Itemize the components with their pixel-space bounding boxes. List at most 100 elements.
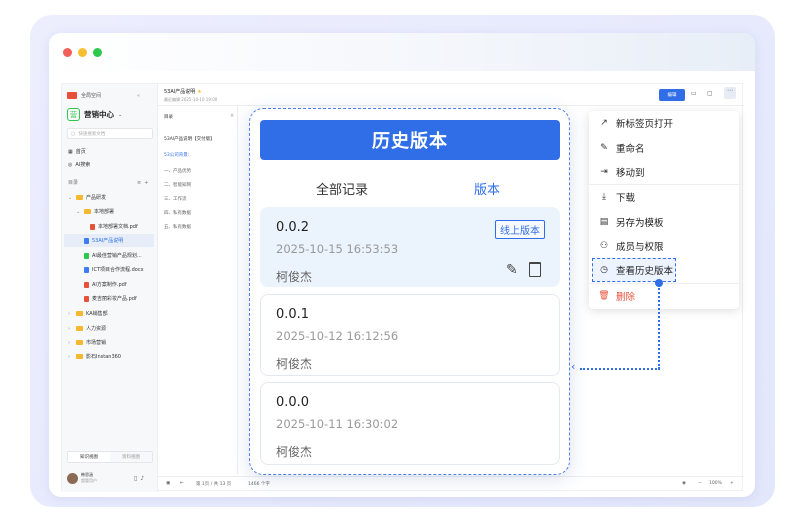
star-icon[interactable]: ★ bbox=[197, 89, 201, 95]
trash-icon[interactable] bbox=[529, 262, 541, 277]
version-date: 2025-10-15 16:53:53 bbox=[276, 242, 399, 256]
search-icon: ○ bbox=[71, 130, 76, 137]
menu-item-label: 下载 bbox=[616, 193, 636, 204]
version-card[interactable]: 0.0.0 2025-10-11 16:30:02 柯俊杰 bbox=[260, 382, 560, 465]
outline-item[interactable]: 二、智能知网 bbox=[164, 182, 191, 188]
outline-section[interactable]: 53公司背景: bbox=[164, 152, 189, 158]
add-icon[interactable]: + bbox=[144, 180, 148, 186]
folder-icon bbox=[84, 209, 91, 214]
tree-item[interactable]: 麦吉丽彩妆产品.pdf bbox=[84, 292, 137, 305]
version-number: 0.0.1 bbox=[276, 307, 310, 322]
tree-item-label: KA销售部 bbox=[86, 311, 108, 317]
version-author: 柯俊杰 bbox=[276, 445, 313, 459]
tree-item-label: ICT项目合作流程.docx bbox=[92, 267, 144, 273]
menu-item-label: 查看历史版本 bbox=[616, 266, 674, 277]
doc-icon bbox=[84, 266, 89, 273]
tree-item-label: 53AI产品说明 bbox=[92, 238, 124, 244]
tree-item[interactable]: › KA销售部 bbox=[68, 307, 108, 320]
outline-doc-title[interactable]: 53AI产品说明【交付版】 bbox=[164, 136, 215, 142]
tree-item-label: 影石Instan360 bbox=[86, 354, 121, 360]
sort-icon[interactable]: ≡ bbox=[137, 180, 141, 186]
folder-icon bbox=[76, 340, 83, 345]
move-folder-icon: ⇥ bbox=[600, 167, 608, 177]
tree-item-label: 人力资源 bbox=[86, 326, 107, 332]
nav-ai-search[interactable]: ◎ AI搜索 bbox=[68, 158, 90, 171]
outline-item[interactable]: 三、工作流 bbox=[164, 196, 187, 202]
nav-home[interactable]: ▦ 首页 bbox=[68, 145, 86, 158]
menu-item-move-to[interactable]: ⇥ 移动到 bbox=[589, 160, 739, 184]
space-name[interactable]: 营销中心 bbox=[84, 109, 114, 120]
tab-material-view[interactable]: 资料视图 bbox=[110, 452, 152, 462]
tree-item[interactable]: ⌄ 本地部署 bbox=[76, 205, 114, 218]
close-window-button[interactable] bbox=[63, 48, 72, 57]
tree-item[interactable]: › 人力资源 bbox=[68, 322, 106, 335]
outline-item[interactable]: 五、私有数据 bbox=[164, 224, 191, 230]
avatar bbox=[67, 472, 78, 484]
document-title: 53AI产品说明 bbox=[164, 89, 196, 95]
folder-icon bbox=[76, 354, 83, 359]
more-icon[interactable]: ⋯ bbox=[724, 87, 736, 99]
zoom-out-icon[interactable]: − bbox=[698, 481, 702, 486]
tree-item-selected[interactable]: 53AI产品说明 bbox=[64, 234, 154, 247]
minimize-window-button[interactable] bbox=[78, 48, 87, 57]
zoom-in-icon[interactable]: + bbox=[730, 481, 734, 486]
connector-line bbox=[658, 285, 660, 369]
menu-item-rename[interactable]: ✎ 重命名 bbox=[589, 136, 739, 160]
menu-item-view-history[interactable]: ◷ 查看历史版本 bbox=[589, 258, 739, 282]
close-outline-icon[interactable]: × bbox=[230, 113, 234, 119]
collapse-sidebar-icon[interactable]: « bbox=[137, 93, 140, 99]
tree-item[interactable]: › 市场营销 bbox=[68, 336, 106, 349]
edit-icon[interactable]: ✎ bbox=[506, 262, 518, 278]
expand-icon: › bbox=[68, 325, 70, 332]
menu-item-label: 新标签页打开 bbox=[616, 119, 674, 130]
version-author: 柯俊杰 bbox=[276, 357, 313, 371]
menu-item-save-template[interactable]: ▤ 另存为模板 bbox=[589, 210, 739, 234]
trash-icon: 🗑 bbox=[598, 291, 610, 301]
sidebar: 全局空间 « 营 营销中心 ⌄ ○ 快速搜索文档 ▦ 首页 ◎ AI搜索 目录 bbox=[62, 84, 158, 492]
locate-icon[interactable]: ◉ bbox=[682, 481, 686, 486]
tree-item-label: 产品研发 bbox=[86, 195, 107, 201]
tab-all-records[interactable]: 全部记录 bbox=[316, 179, 368, 198]
menu-item-download[interactable]: ⤓ 下载 bbox=[589, 185, 739, 209]
nav-home-label: 首页 bbox=[75, 149, 86, 155]
open-new-tab-icon: ↗ bbox=[600, 118, 608, 128]
tree-item[interactable]: AI最佳营销产品规划... bbox=[84, 249, 142, 262]
menu-item-open-new-tab[interactable]: ↗ 新标签页打开 bbox=[589, 111, 739, 135]
doc-icon bbox=[84, 252, 89, 259]
tree-item[interactable]: ⌄ 产品研发 bbox=[68, 191, 106, 204]
chevron-down-icon[interactable]: ⌄ bbox=[118, 112, 122, 118]
layout-icon[interactable]: ▭ bbox=[691, 90, 697, 97]
tree-item[interactable]: ICT项目合作流程.docx bbox=[84, 263, 144, 276]
user-role: 超管用户 bbox=[81, 478, 97, 483]
tree-item[interactable]: AI方案制作.pdf bbox=[84, 278, 127, 291]
maximize-window-button[interactable] bbox=[93, 48, 102, 57]
bell-icon[interactable]: ♪ bbox=[140, 475, 144, 482]
tab-knowledge-view[interactable]: 知识视图 bbox=[68, 452, 110, 462]
online-version-badge: 线上版本 bbox=[495, 220, 545, 239]
outline-item[interactable]: 一、产品优势 bbox=[164, 168, 191, 174]
page-nav-icon[interactable]: ⇤ bbox=[180, 481, 184, 486]
device-icon[interactable]: ▯ bbox=[134, 475, 137, 482]
version-number: 0.0.2 bbox=[276, 220, 310, 235]
tree-item-label: AI方案制作.pdf bbox=[92, 282, 127, 288]
version-card-active[interactable]: 0.0.2 线上版本 2025-10-15 16:53:53 柯俊杰 ✎ bbox=[260, 207, 560, 287]
history-clock-icon: ◷ bbox=[600, 265, 608, 275]
page-icon[interactable]: ▣ bbox=[166, 481, 170, 486]
edit-button[interactable]: 编辑 bbox=[659, 89, 685, 101]
tree-item[interactable]: › 影石Instan360 bbox=[68, 350, 121, 363]
outline-item[interactable]: 四、私有数据 bbox=[164, 210, 191, 216]
search-input[interactable]: ○ 快速搜索文档 bbox=[67, 128, 153, 139]
folder-icon bbox=[76, 311, 83, 316]
menu-item-label: 另存为模板 bbox=[616, 218, 664, 229]
tree-item-label: 麦吉丽彩妆产品.pdf bbox=[92, 296, 137, 302]
menu-item-delete[interactable]: 🗑 删除 bbox=[589, 284, 739, 308]
tab-versions[interactable]: 版本 bbox=[474, 179, 500, 198]
version-card[interactable]: 0.0.1 2025-10-12 16:12:56 柯俊杰 bbox=[260, 294, 560, 376]
tree-item[interactable]: 本地部署文档.pdf bbox=[90, 220, 138, 233]
fullscreen-icon[interactable]: ▢ bbox=[707, 90, 713, 97]
expand-icon: ⌄ bbox=[76, 208, 81, 215]
version-date: 2025-10-12 16:12:56 bbox=[276, 329, 399, 343]
zoom-level: 100% bbox=[709, 481, 722, 486]
menu-item-members[interactable]: ⚇ 成员与权限 bbox=[589, 234, 739, 258]
user-profile[interactable]: 韩思涵 超管用户 ▯ ♪ bbox=[67, 472, 144, 484]
